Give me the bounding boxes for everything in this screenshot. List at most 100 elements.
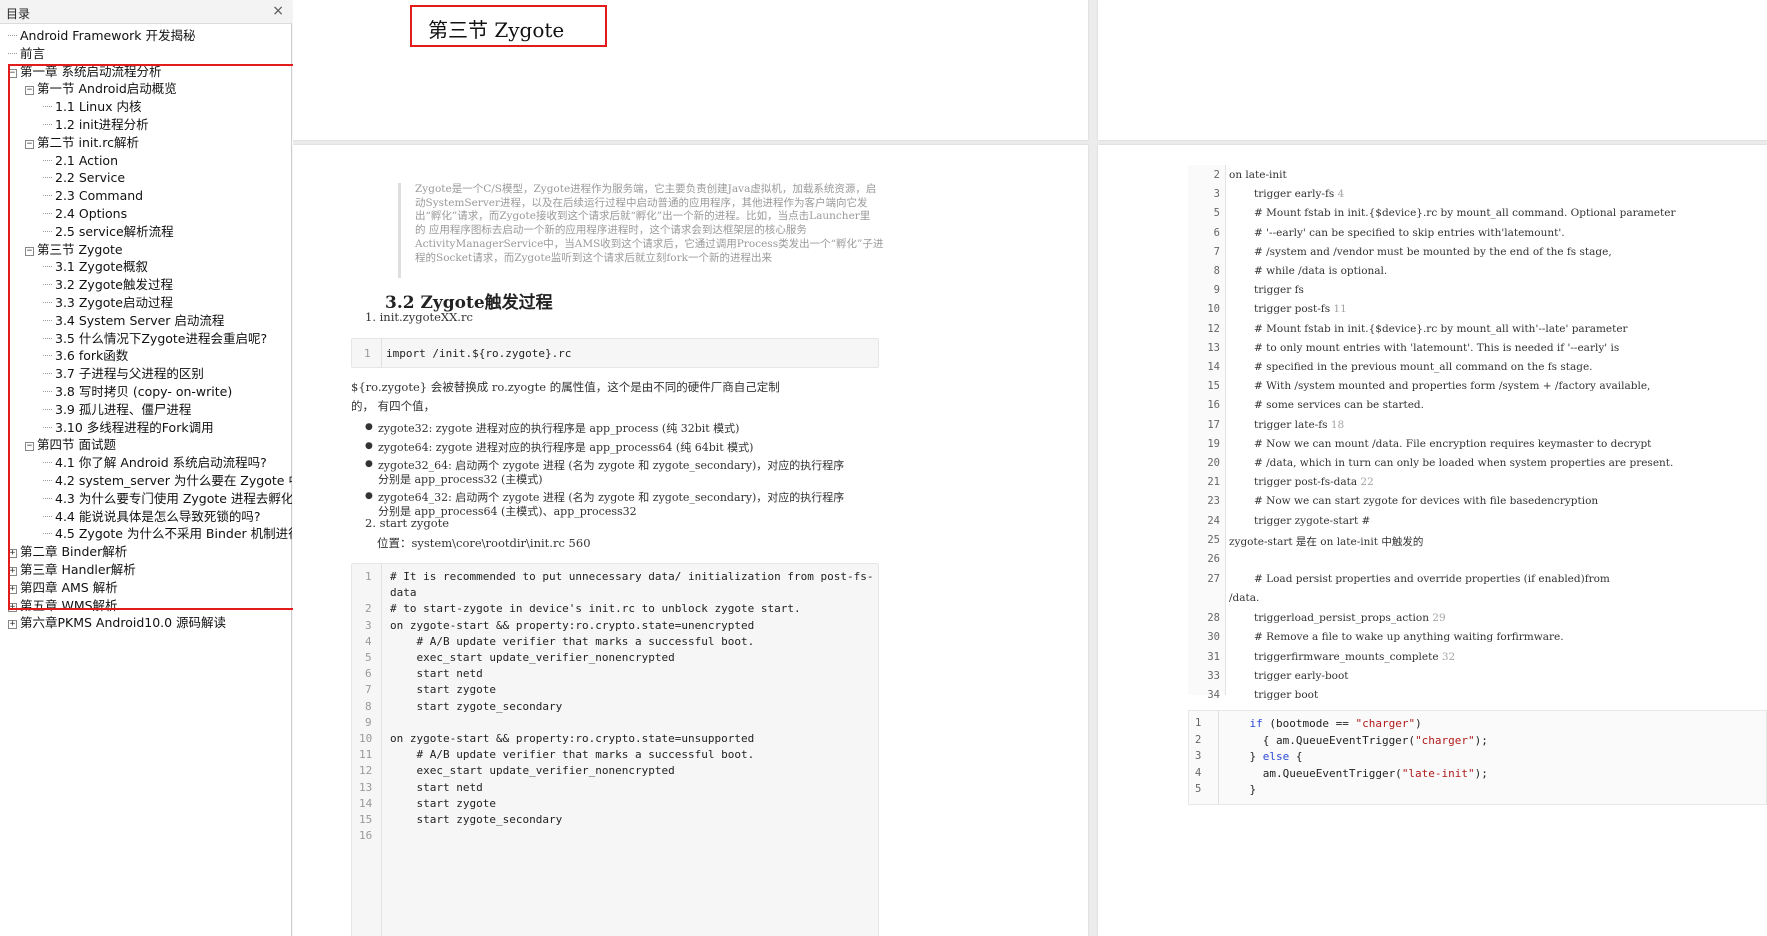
page-top-left: 第三节 Zygote (293, 0, 1088, 140)
tree-connector (43, 515, 52, 517)
line-number: 13 (1207, 341, 1220, 354)
toc-header: 目录 × (0, 0, 292, 24)
description-line: ${ro.zygote} 会被替换成 ro.zyogte 的属性值，这个是由不同… (351, 380, 780, 394)
listing-line: triggerfirmware_mounts_complete 32 (1254, 651, 1455, 663)
listing-line: trigger early-boot (1254, 670, 1349, 682)
tree-connector (43, 480, 52, 481)
line-number: 8 (365, 699, 372, 713)
expand-icon[interactable]: + (8, 602, 17, 612)
listing-text: triggerload_persist_props_action (1254, 612, 1429, 625)
listing-line: trigger boot (1254, 689, 1318, 701)
listing-text: # Now we can start zygote for devices wi… (1254, 495, 1599, 508)
expand-icon[interactable]: + (8, 549, 17, 559)
toc-item-label: 4.3 为什么要专门使用 Zygote 进程去孵化应用 (55, 490, 292, 506)
collapse-icon[interactable]: − (8, 68, 17, 78)
line-number: 20 (1207, 457, 1220, 469)
listing-text: trigger early-fs (1254, 188, 1335, 201)
toc-item-label: 2.3 Command (55, 188, 144, 204)
line-number: 8 (1213, 265, 1220, 277)
snippet-line: } else { (1223, 750, 1302, 763)
collapse-icon[interactable]: − (25, 139, 34, 149)
listing-line: # Mount fstab in init.{$device}.rc by mo… (1254, 207, 1675, 219)
code-line: # A/B update verifier that marks a succe… (390, 748, 755, 762)
listing-text: on late-init (1229, 169, 1287, 181)
document-canvas[interactable]: 第三节 Zygote Zygote是一个C/S模型，Zygote进程作为服务端，… (293, 0, 1767, 936)
line-number: 6 (1213, 226, 1220, 239)
line-number: 33 (1207, 669, 1220, 682)
toc-item-label: 3.6 fork函数 (55, 348, 129, 364)
inline-line-number: 4 (1334, 188, 1345, 201)
collapse-icon[interactable]: − (25, 442, 34, 452)
tree-connector (43, 497, 52, 499)
listing-line: trigger late-fs 18 (1254, 419, 1344, 431)
toc-item-label: 第一节 Android启动概览 (37, 81, 177, 97)
code-line: start zygote_secondary (390, 813, 563, 826)
expand-icon[interactable]: + (8, 620, 17, 630)
code-line: start zygote_secondary (390, 699, 563, 713)
collapse-icon[interactable]: − (25, 86, 34, 96)
expand-icon[interactable]: + (8, 567, 17, 576)
line-number: 15 (1207, 380, 1220, 393)
quote-line: Zygote是一个C/S模型，Zygote进程作为服务端，它主要负责创建Java… (415, 183, 877, 195)
listing-line: # Load persist properties and override p… (1254, 573, 1610, 585)
line-number: 11 (359, 748, 373, 762)
code-token: } (1223, 783, 1257, 796)
tree-connector (8, 52, 17, 54)
snippet-line: am.QueueEventTrigger("late-init"); (1223, 767, 1488, 780)
toc-item[interactable]: + 第六章PKMS Android10.0 源码解读 (8, 613, 292, 633)
toc-item-label: 2.4 Options (55, 206, 128, 221)
code-token: ) (1415, 717, 1422, 730)
string-token: "late-init" (1401, 766, 1475, 780)
step-two: 2. start zygote (365, 516, 450, 530)
toc-item-label: 1.1 Linux 内核 (55, 99, 142, 115)
snippet-line: if (bootmode == "charger") (1223, 717, 1422, 730)
listing-text: /data. (1229, 592, 1260, 605)
listing-line: # Remove a file to wake up anything wait… (1254, 631, 1564, 643)
inline-line-number: 29 (1428, 612, 1446, 625)
tree-connector (43, 195, 52, 197)
listing-text: # '--early' can be specified to skip ent… (1254, 226, 1565, 239)
listing-line: # specified in the previous mount_all co… (1254, 361, 1593, 373)
bullet-icon: ● (365, 422, 373, 432)
listing-text: zygote-start 是在 on late-init 中触发的 (1229, 535, 1424, 548)
toc-item-label: Android Framework 开发揭秘 (20, 28, 196, 43)
expand-icon[interactable]: + (8, 584, 17, 594)
tree-connector (43, 284, 52, 286)
listing-line: /data. (1229, 592, 1259, 604)
code-line: start zygote (390, 796, 496, 810)
listing-text: trigger zygote-start # (1254, 514, 1371, 527)
quote-line: 的 应用程序图标去启动一个新的应用程序进程时，这个请求会到达框架层的核心服务 (415, 224, 807, 237)
inline-line-number: 32 (1438, 650, 1456, 663)
page-main-left: Zygote是一个C/S模型，Zygote进程作为服务端，它主要负责创建Java… (293, 145, 1088, 936)
line-number: 2 (365, 602, 372, 616)
listing-text: # /data, which in turn can only be loade… (1254, 457, 1674, 469)
listing-text: triggerfirmware_mounts_complete (1254, 650, 1439, 663)
tree-connector (43, 177, 52, 179)
toc-tree: Android Framework 开发揭秘 前言 − 第一章 系统启动流程分析 − 第一… (0, 26, 292, 936)
close-icon[interactable]: × (272, 3, 284, 19)
line-number: 5 (1213, 207, 1220, 220)
cpp-snippet: 1 if (bootmode == "charger") 2 { am.Queue… (1188, 710, 1767, 805)
inline-line-number: 22 (1357, 476, 1374, 489)
listing-line: trigger zygote-start # (1254, 515, 1370, 527)
line-number: 25 (1207, 533, 1220, 546)
listing-text: # while /data is optional. (1254, 265, 1388, 277)
toc-item-label: 前言 (20, 45, 46, 61)
code-line: start zygote (390, 683, 496, 697)
tree-connector (43, 337, 52, 339)
listing-line: # Now we can mount /data. File encryptio… (1254, 438, 1651, 450)
page-top-right (1098, 0, 1767, 140)
collapse-icon[interactable]: − (25, 246, 34, 256)
toc-item-label: 3.1 Zygote概叙 (55, 259, 148, 275)
toc-item-label: 3.7 子进程与父进程的区别 (55, 366, 204, 382)
code-token: (bootmode == (1262, 717, 1356, 730)
bullet-icon: ● (365, 491, 373, 501)
intro-quote: Zygote是一个C/S模型，Zygote进程作为服务端，它主要负责创建Java… (398, 183, 958, 278)
toc-item-label: 第四章 AMS 解析 (20, 579, 118, 595)
toc-item-label: 第三节 Zygote (37, 241, 123, 257)
line-number: 15 (359, 813, 373, 826)
line-number: 3 (365, 618, 372, 632)
toc-item-label: 3.3 Zygote启动过程 (55, 295, 173, 310)
toc-item-label: 第一章 系统启动流程分析 (20, 63, 162, 79)
inline-line-number: 18 (1327, 418, 1345, 431)
